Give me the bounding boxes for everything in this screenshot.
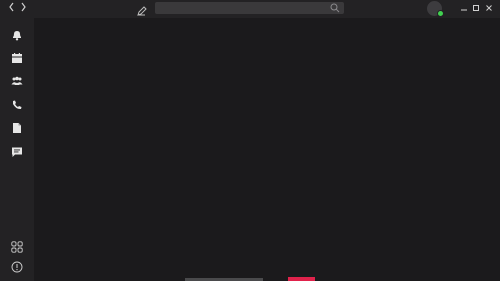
people-icon [11, 76, 23, 85]
sidebar-item-apps[interactable] [11, 238, 23, 253]
phone-icon [13, 100, 22, 110]
compose-icon [137, 6, 147, 16]
sidebar [0, 18, 34, 281]
sidebar-item-chat[interactable] [11, 143, 23, 157]
forward-button[interactable] [18, 1, 28, 13]
close-button[interactable] [485, 4, 493, 12]
chat-icon [12, 147, 22, 157]
chevron-right-icon [21, 2, 26, 12]
minimize-icon [461, 9, 467, 11]
back-button[interactable] [7, 1, 17, 13]
search-icon[interactable] [330, 3, 340, 13]
sidebar-item-activity[interactable] [11, 26, 23, 41]
maximize-button[interactable] [472, 4, 480, 12]
file-icon [13, 123, 21, 133]
info-icon [11, 261, 23, 273]
presence-indicator [437, 10, 444, 17]
title-bar [0, 0, 500, 18]
bell-icon [13, 31, 21, 41]
close-icon [486, 5, 492, 11]
main-content [34, 18, 500, 281]
bottom-accent-bar[interactable] [288, 277, 315, 281]
maximize-icon [473, 5, 479, 11]
apps-icon [11, 241, 23, 253]
minimize-button[interactable] [460, 4, 468, 12]
sidebar-item-files[interactable] [11, 119, 23, 133]
compose-button[interactable] [136, 2, 148, 16]
sidebar-item-teams[interactable] [11, 72, 23, 85]
sidebar-item-calls[interactable] [11, 96, 23, 110]
search-input[interactable] [159, 2, 327, 14]
calendar-icon [12, 53, 22, 63]
sidebar-item-calendar[interactable] [11, 49, 23, 63]
sidebar-item-help[interactable] [11, 258, 23, 273]
chevron-left-icon [9, 2, 14, 12]
search-box[interactable] [155, 2, 344, 14]
